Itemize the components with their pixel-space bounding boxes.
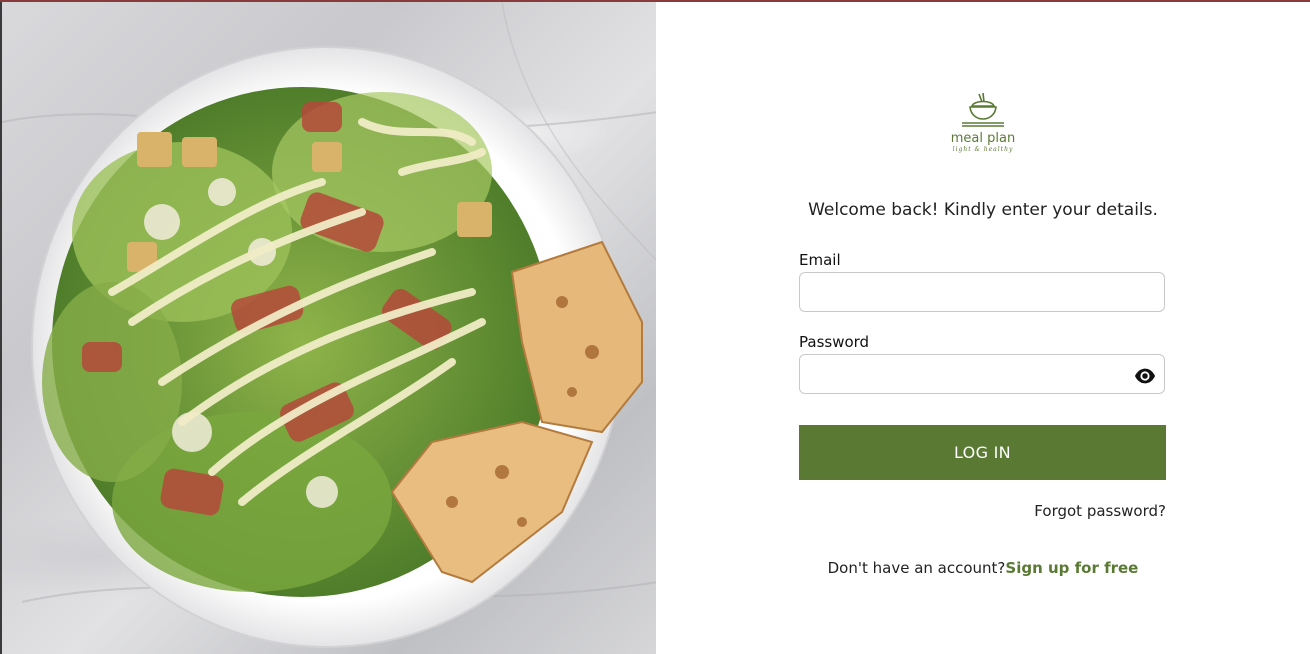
email-field[interactable] xyxy=(799,272,1165,312)
password-label: Password xyxy=(799,333,870,351)
brand-tagline: light & healthy xyxy=(952,146,1014,153)
rice-bowl-icon xyxy=(962,92,1004,127)
brand-name: meal plan xyxy=(950,131,1016,146)
signup-prompt-text: Don't have an account? xyxy=(827,559,1006,577)
forgot-password-link[interactable]: Forgot password? xyxy=(799,502,1166,520)
show-password-icon[interactable] xyxy=(1134,365,1156,387)
password-field[interactable] xyxy=(799,354,1165,394)
login-page: meal plan light & healthy Welcome back! … xyxy=(0,0,1310,654)
email-label: Email xyxy=(799,251,841,269)
signup-link[interactable]: Sign up for free xyxy=(1005,559,1138,577)
welcome-text: Welcome back! Kindly enter your details. xyxy=(808,200,1158,220)
login-button[interactable]: LOG IN xyxy=(799,425,1166,480)
login-panel: meal plan light & healthy Welcome back! … xyxy=(656,2,1310,654)
signup-prompt: Don't have an account?Sign up for free xyxy=(656,559,1310,577)
salad-photo xyxy=(0,2,656,654)
brand-logo: meal plan light & healthy xyxy=(948,92,1018,154)
salad-illustration xyxy=(2,2,656,648)
